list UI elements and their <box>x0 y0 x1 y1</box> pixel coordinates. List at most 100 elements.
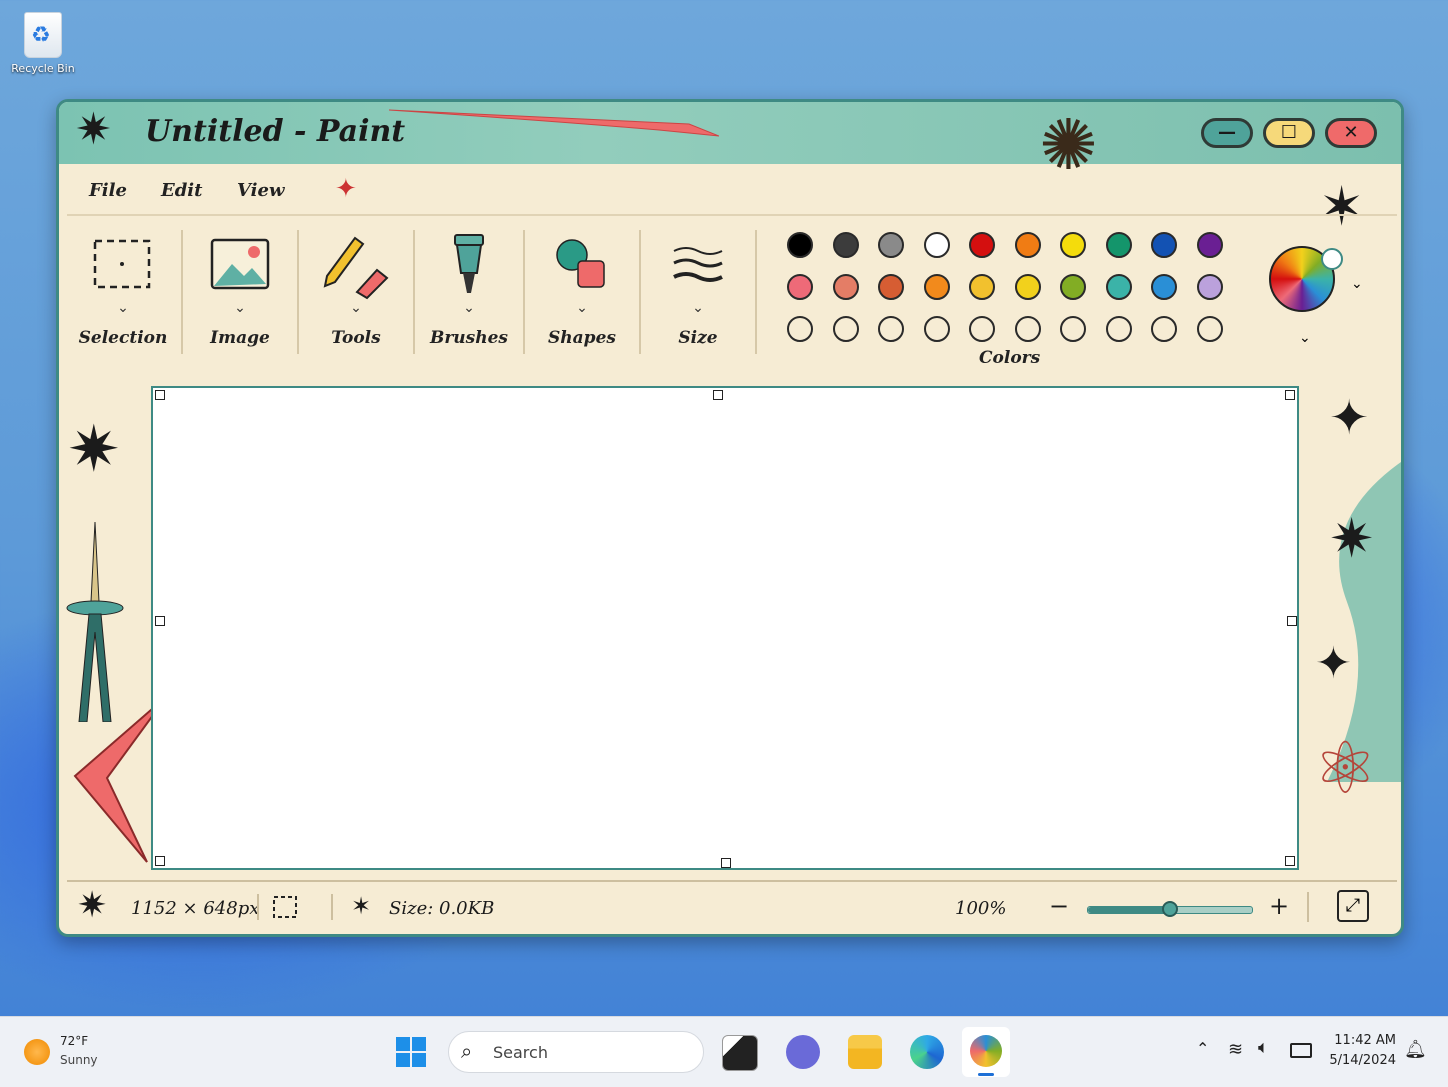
drawing-canvas[interactable] <box>151 386 1299 870</box>
wifi-icon[interactable]: ≋ <box>1228 1039 1243 1060</box>
color-swatch[interactable] <box>969 316 995 342</box>
weather-desc[interactable]: Sunny <box>60 1053 98 1067</box>
color-swatch[interactable] <box>1014 274 1041 300</box>
image-icon <box>210 238 270 290</box>
color-swatch[interactable] <box>1060 316 1086 342</box>
clock-date[interactable]: 5/14/2024 <box>1326 1053 1396 1068</box>
color-swatch[interactable] <box>1151 274 1177 300</box>
teams-chat-icon[interactable] <box>786 1035 820 1069</box>
color-swatch[interactable] <box>787 316 813 342</box>
shapes-icon <box>556 239 605 288</box>
resize-handle[interactable] <box>155 856 165 866</box>
recycle-bin-icon[interactable]: ♻ Recycle Bin <box>6 8 80 88</box>
color-swatch[interactable] <box>878 232 904 258</box>
fit-to-window-icon[interactable]: ⤢ <box>1337 890 1369 922</box>
resize-handle[interactable] <box>721 858 731 868</box>
volume-icon[interactable]: 🔈︎ <box>1258 1037 1269 1058</box>
tools-label: Tools <box>331 328 381 348</box>
start-button[interactable] <box>396 1037 426 1067</box>
resize-handle[interactable] <box>1287 616 1297 626</box>
selection-icon <box>93 239 151 289</box>
search-box[interactable]: ⌕ Search <box>448 1031 704 1073</box>
color-swatch[interactable] <box>969 232 995 258</box>
color-swatch[interactable] <box>878 316 904 342</box>
resize-handle[interactable] <box>1285 856 1295 866</box>
color-swatch[interactable] <box>832 274 859 300</box>
search-placeholder: Search <box>493 1043 548 1062</box>
menu-bar: File Edit View ✦ <box>67 166 1367 210</box>
divider <box>1307 892 1309 922</box>
tools-group[interactable]: ⌄ Tools <box>301 216 411 366</box>
maximize-button[interactable]: ☐ <box>1263 118 1315 148</box>
divider <box>297 230 299 354</box>
pencil-eraser-icon <box>323 236 389 300</box>
color-swatch[interactable] <box>1196 274 1223 300</box>
selection-group[interactable]: ⌄ Selection <box>67 216 179 366</box>
chevron-up-icon[interactable]: ⌃ <box>1196 1039 1209 1058</box>
file-size: Size: 0.0KB <box>389 898 495 919</box>
atom-icon: ⚛ <box>1313 726 1378 810</box>
ribbon: ⌄ Selection ⌄ Image ⌄ Tools ⌄ Brushes ⌄ … <box>67 214 1397 366</box>
brushes-group[interactable]: ⌄ Brushes <box>417 216 521 366</box>
color-swatch[interactable] <box>1105 274 1132 300</box>
chevron-down-icon[interactable]: ⌄ <box>1351 276 1363 292</box>
size-group[interactable]: ⌄ Size <box>643 216 753 366</box>
chevron-down-icon: ⌄ <box>234 300 246 316</box>
weather-sun-icon[interactable] <box>24 1039 50 1065</box>
color-swatch[interactable] <box>878 274 904 300</box>
color-swatch[interactable] <box>923 274 950 300</box>
weather-temp[interactable]: 72°F <box>60 1034 88 1048</box>
shapes-group[interactable]: ⌄ Shapes <box>527 216 637 366</box>
starburst-icon: ✦ <box>1315 638 1352 689</box>
color-swatch[interactable] <box>832 232 859 258</box>
zoom-slider-thumb[interactable] <box>1162 901 1178 917</box>
zoom-in-button[interactable]: + <box>1269 892 1289 920</box>
search-icon: ⌕ <box>461 1039 473 1063</box>
task-view-icon[interactable] <box>722 1035 758 1071</box>
close-button[interactable]: ✕ <box>1325 118 1377 148</box>
sparkle-icon: ✦ <box>335 174 357 204</box>
chevron-down-icon: ⌄ <box>576 300 588 316</box>
menu-view[interactable]: View <box>237 180 284 201</box>
starburst-icon: ✷ <box>1329 507 1375 570</box>
file-explorer-icon[interactable] <box>848 1035 882 1069</box>
paint-window: ✷ Untitled - Paint ✺ ✶ — ☐ ✕ File Edit V… <box>56 99 1404 937</box>
notification-bell-icon[interactable]: 🔔︎ <box>1404 1039 1427 1060</box>
color-swatch[interactable] <box>1060 274 1086 300</box>
color-swatch[interactable] <box>1196 232 1223 258</box>
divider <box>257 894 259 920</box>
image-group[interactable]: ⌄ Image <box>185 216 295 366</box>
chevron-down-icon[interactable]: ⌄ <box>1299 330 1311 346</box>
color-swatch[interactable] <box>787 232 813 258</box>
menu-file[interactable]: File <box>89 180 127 201</box>
color-swatch[interactable] <box>832 316 859 342</box>
color-swatch[interactable] <box>923 232 950 258</box>
color-swatch[interactable] <box>1014 316 1041 342</box>
selection-size-icon <box>273 896 297 918</box>
zoom-out-button[interactable]: − <box>1049 892 1069 920</box>
resize-handle[interactable] <box>713 390 723 400</box>
zoom-slider-track[interactable] <box>1087 901 1253 917</box>
color-swatch[interactable] <box>1196 316 1223 342</box>
zoom-percent: 100% <box>955 898 1007 919</box>
color-swatch[interactable] <box>1060 232 1086 258</box>
resize-handle[interactable] <box>1285 390 1295 400</box>
resize-handle[interactable] <box>155 616 165 626</box>
size-label: Size <box>678 328 718 348</box>
color-swatch[interactable] <box>1014 232 1041 258</box>
color-swatch[interactable] <box>1151 316 1177 342</box>
menu-edit[interactable]: Edit <box>161 180 202 201</box>
color-swatch[interactable] <box>787 274 813 300</box>
color-swatch[interactable] <box>1105 316 1132 342</box>
edge-browser-icon[interactable] <box>910 1035 944 1069</box>
color-swatch[interactable] <box>969 274 995 300</box>
battery-icon[interactable] <box>1290 1043 1312 1058</box>
clock-time[interactable]: 11:42 AM <box>1326 1033 1396 1048</box>
resize-handle[interactable] <box>155 390 165 400</box>
color-swatch[interactable] <box>923 316 950 342</box>
color-swatch[interactable] <box>1105 232 1132 258</box>
divider <box>639 230 641 354</box>
paint-taskbar-button[interactable] <box>962 1027 1010 1077</box>
minimize-button[interactable]: — <box>1201 118 1253 148</box>
color-swatch[interactable] <box>1151 232 1177 258</box>
